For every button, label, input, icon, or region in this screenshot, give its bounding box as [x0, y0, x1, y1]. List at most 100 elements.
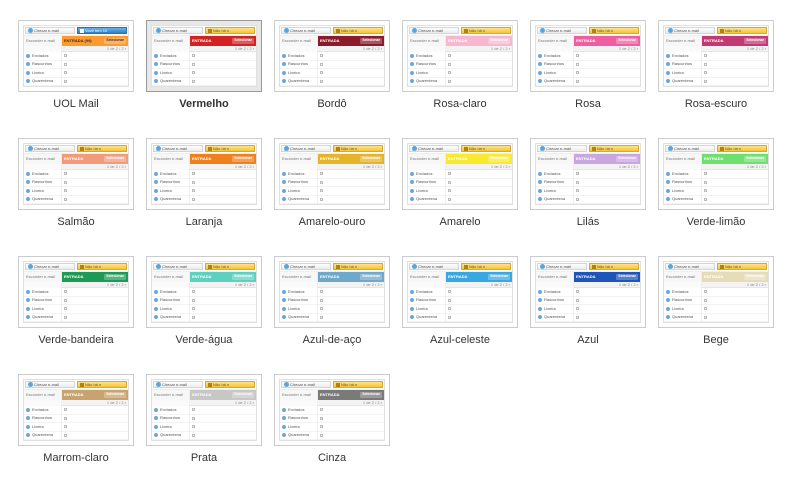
theme-preview: Checar e-mailNão há nEsconder e-mailENTR…: [407, 25, 513, 87]
theme-thumbnail[interactable]: Checar e-mailNão há nEsconder e-mailENTR…: [146, 256, 262, 328]
sidebar-item: Rascunhos: [24, 297, 61, 306]
sidebar-item-label: Quarentena: [32, 315, 53, 319]
folder-icon: [154, 416, 158, 420]
refresh-icon: [284, 382, 289, 387]
check-mail-button: Checar e-mail: [153, 145, 203, 152]
message-row: [574, 288, 640, 297]
theme-thumbnail[interactable]: Checar e-mailNão há nEsconder e-mailENTR…: [274, 256, 390, 328]
checkbox-icon: [448, 181, 451, 184]
sidebar-item-label: Quarentena: [160, 79, 181, 83]
message-row: [446, 69, 512, 78]
theme-thumbnail[interactable]: Checar e-mailNão há nEsconder e-mailENTR…: [146, 20, 262, 92]
folder-icon: [154, 62, 158, 66]
sidebar-item-label: Lixeira: [288, 189, 300, 193]
theme-thumbnail[interactable]: Checar e-mailNão há nEsconder e-mailENTR…: [402, 256, 518, 328]
checkbox-icon: [192, 434, 195, 437]
folder-icon: [282, 290, 286, 294]
theme-thumbnail[interactable]: Checar e-mailNão há nEsconder e-mailENTR…: [18, 256, 134, 328]
sidebar-item: Quarentena: [408, 196, 445, 205]
theme-thumbnail[interactable]: Checar e-mailNão há nEsconder e-mailENTR…: [146, 374, 262, 446]
checkbox-icon: [320, 54, 323, 57]
check-mail-button: Checar e-mail: [281, 381, 331, 388]
inbox-label: ENTRADA: [320, 157, 340, 161]
theme-thumbnail[interactable]: Checar e-mailNão há nEsconder e-mailENTR…: [530, 256, 646, 328]
theme-thumbnail[interactable]: Checar e-mailNão há nEsconder e-mailENTR…: [402, 20, 518, 92]
preview-message-list: [446, 170, 512, 204]
theme-thumbnail[interactable]: Checar e-mailNão há nEsconder e-mailENTR…: [530, 20, 646, 92]
message-row: [318, 69, 384, 78]
notice-label: Não há n: [213, 383, 229, 387]
folder-icon: [666, 307, 670, 311]
theme-option: Checar e-mailNão há nEsconder e-mailENTR…: [658, 138, 774, 228]
theme-thumbnail[interactable]: Checar e-mailNão há nEsconder e-mailENTR…: [658, 20, 774, 92]
notice-button: Não há n: [205, 381, 255, 388]
hide-mail-label: Esconder e-mail: [24, 36, 62, 46]
theme-thumbnail[interactable]: Checar e-mailNão há nEsconder e-mailENTR…: [274, 374, 390, 446]
preview-sidebar: EnviadosRascunhosLixeiraQuarentena: [280, 52, 318, 86]
theme-option: Checar e-mailNão há nEsconder e-mailENTR…: [402, 20, 518, 110]
theme-thumbnail[interactable]: Checar e-mailNão há nEsconder e-mailENTR…: [274, 20, 390, 92]
check-mail-button: Checar e-mail: [153, 27, 203, 34]
folder-icon: [26, 298, 30, 302]
sidebar-item: Lixeira: [664, 305, 701, 314]
inbox-header: ENTRADASelecionar: [702, 272, 768, 282]
inbox-header: ENTRADA (99)Selecionar: [62, 36, 128, 46]
preview-sidebar: EnviadosRascunhosLixeiraQuarentena: [664, 170, 702, 204]
sidebar-item: Quarentena: [24, 314, 61, 323]
select-label: Selecionar: [360, 392, 382, 398]
sidebar-item: Enviados: [280, 406, 317, 415]
inbox-header: ENTRADASelecionar: [190, 272, 256, 282]
theme-thumbnail[interactable]: Checar e-mailNão há nEsconder e-mailENTR…: [658, 138, 774, 210]
select-label: Selecionar: [488, 156, 510, 162]
preview-sidebar: EnviadosRascunhosLixeiraQuarentena: [536, 52, 574, 86]
theme-preview: Checar e-mailNão há nEsconder e-mailENTR…: [407, 261, 513, 323]
theme-option: Checar e-mailNão há nEsconder e-mailENTR…: [530, 20, 646, 110]
theme-thumbnail[interactable]: Checar e-mailNão há nEsconder e-mailENTR…: [146, 138, 262, 210]
sidebar-item: Rascunhos: [536, 61, 573, 70]
theme-label: Salmão: [18, 216, 134, 228]
folder-icon: [410, 172, 414, 176]
theme-thumbnail[interactable]: Checar e-mailNão há nEsconder e-mailENTR…: [18, 138, 134, 210]
inbox-header: ENTRADASelecionar: [62, 272, 128, 282]
theme-label: Amarelo-ouro: [274, 216, 390, 228]
inbox-header: ENTRADASelecionar: [190, 36, 256, 46]
folder-icon: [154, 189, 158, 193]
sidebar-item: Rascunhos: [408, 179, 445, 188]
check-mail-button: Checar e-mail: [153, 381, 203, 388]
check-mail-button: Checar e-mail: [25, 27, 75, 34]
theme-thumbnail[interactable]: Checar e-mailNão há nEsconder e-mailENTR…: [18, 374, 134, 446]
theme-label: Verde-água: [146, 334, 262, 346]
folder-icon: [538, 180, 542, 184]
theme-option: Checar e-mailNão há nEsconder e-mailENTR…: [274, 20, 390, 110]
notice-label: Não há n: [597, 29, 613, 33]
theme-thumbnail[interactable]: Checar e-mailNão há nEsconder e-mailENTR…: [530, 138, 646, 210]
theme-thumbnail[interactable]: Checar e-mailNão há nEsconder e-mailENTR…: [402, 138, 518, 210]
message-row: [62, 196, 128, 205]
checkbox-icon: [320, 290, 323, 293]
inbox-header: ENTRADASelecionar: [318, 36, 384, 46]
preview-sidebar: EnviadosRascunhosLixeiraQuarentena: [152, 406, 190, 440]
message-row: [190, 288, 256, 297]
hide-mail-label: Esconder e-mail: [152, 154, 190, 164]
sidebar-item-label: Quarentena: [544, 197, 565, 201]
checkbox-icon: [64, 181, 67, 184]
sidebar-item: Quarentena: [24, 196, 61, 205]
checkbox-icon: [576, 54, 579, 57]
checkbox-icon: [448, 63, 451, 66]
sidebar-item: Rascunhos: [408, 297, 445, 306]
check-mail-button: Checar e-mail: [665, 263, 715, 270]
theme-thumbnail[interactable]: Checar e-mailVovê tem 10Esconder e-mailE…: [18, 20, 134, 92]
warning-icon: [208, 265, 212, 269]
theme-thumbnail[interactable]: Checar e-mailNão há nEsconder e-mailENTR…: [274, 138, 390, 210]
folder-icon: [538, 290, 542, 294]
theme-option: Checar e-mailNão há nEsconder e-mailENTR…: [658, 256, 774, 346]
count-label: 1 de 2 / 2 r: [107, 283, 126, 287]
refresh-icon: [156, 28, 161, 33]
sidebar-item-label: Rascunhos: [672, 298, 692, 302]
theme-thumbnail[interactable]: Checar e-mailNão há nEsconder e-mailENTR…: [658, 256, 774, 328]
sidebar-item: Enviados: [664, 288, 701, 297]
folder-icon: [410, 79, 414, 83]
message-row: [574, 170, 640, 179]
message-row: [318, 196, 384, 205]
inbox-label: ENTRADA: [320, 39, 340, 43]
